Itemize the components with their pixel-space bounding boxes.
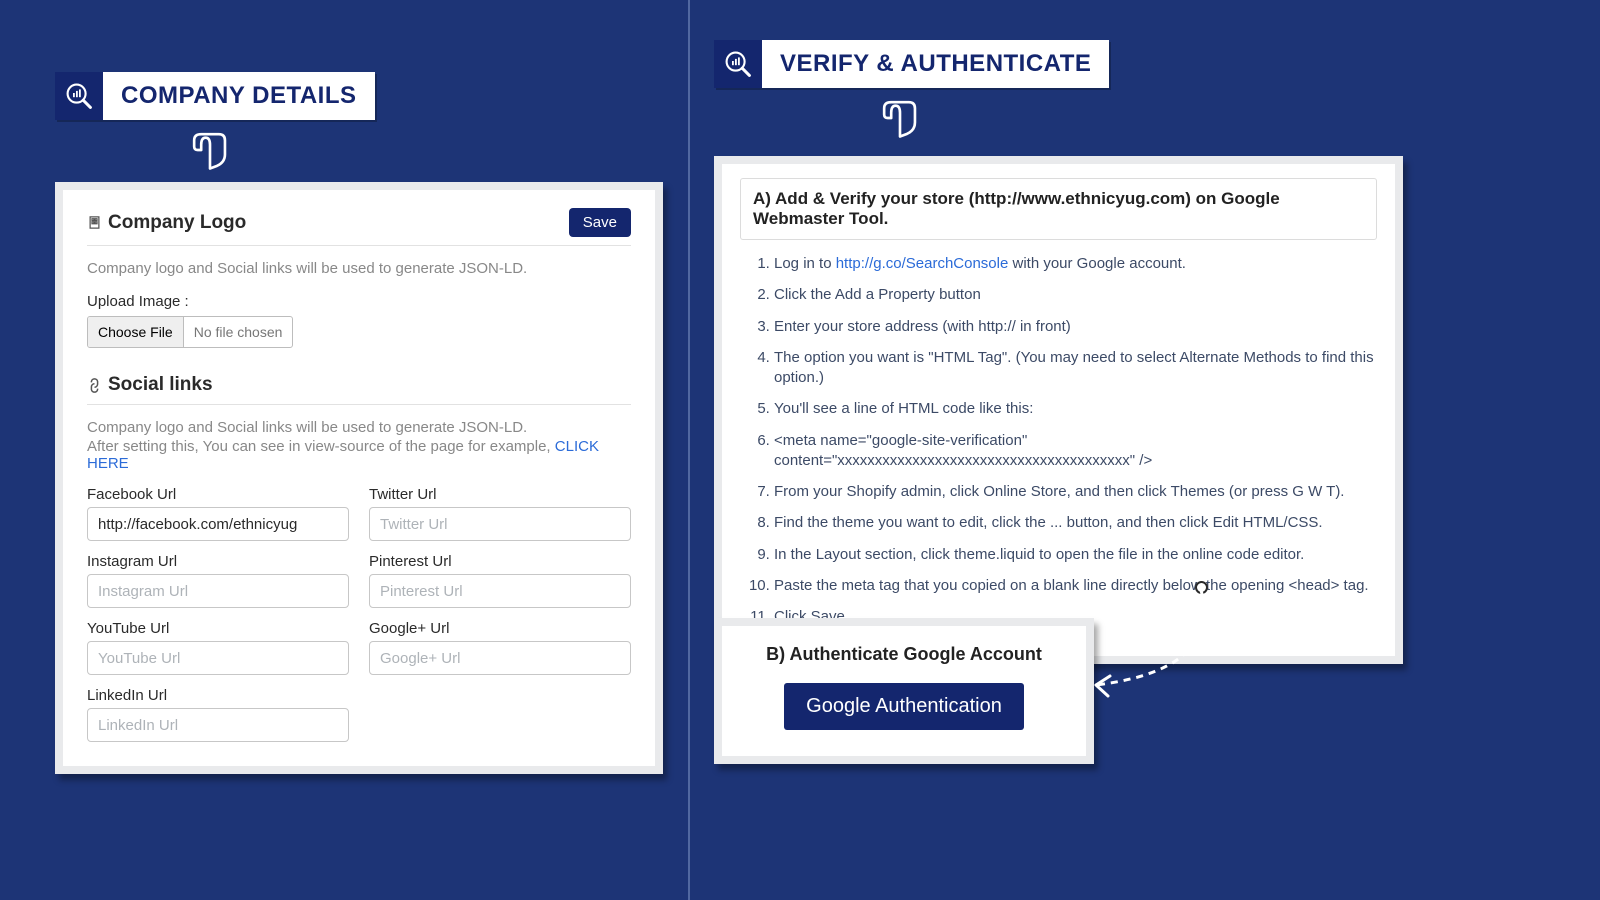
list-item: Log in to http://g.co/SearchConsole with… (774, 254, 1377, 274)
social-description-1: Company logo and Social links will be us… (87, 419, 631, 436)
social-links-title: Social links (108, 374, 213, 396)
pointing-hand-icon (878, 96, 922, 145)
twitter-label: Twitter Url (369, 486, 631, 503)
linkedin-input[interactable] (87, 708, 349, 742)
linkedin-field: LinkedIn Url (87, 687, 349, 742)
verify-steps-list: Log in to http://g.co/SearchConsole with… (740, 254, 1377, 627)
analytics-magnifier-icon (55, 72, 103, 120)
list-item: Paste the meta tag that you copied on a … (774, 576, 1377, 596)
logo-description: Company logo and Social links will be us… (87, 260, 631, 277)
instagram-input[interactable] (87, 574, 349, 608)
company-details-label: COMPANY DETAILS (103, 82, 375, 110)
gplus-input[interactable] (369, 641, 631, 675)
company-details-badge: COMPANY DETAILS (55, 72, 375, 120)
list-item: Find the theme you want to edit, click t… (774, 513, 1377, 533)
pinterest-field: Pinterest Url (369, 553, 631, 608)
facebook-field: Facebook Url (87, 486, 349, 541)
social-links-heading: Social links (87, 374, 631, 396)
save-button[interactable]: Save (569, 208, 631, 237)
pinterest-label: Pinterest Url (369, 553, 631, 570)
authenticate-panel: B) Authenticate Google Account Google Au… (714, 618, 1094, 764)
vertical-divider (688, 0, 690, 900)
list-item: Enter your store address (with http:// i… (774, 317, 1377, 337)
verify-authenticate-label: VERIFY & AUTHENTICATE (762, 50, 1109, 78)
list-item: In the Layout section, click theme.liqui… (774, 545, 1377, 565)
verify-authenticate-badge: VERIFY & AUTHENTICATE (714, 40, 1109, 88)
gplus-field: Google+ Url (369, 620, 631, 675)
twitter-input[interactable] (369, 507, 631, 541)
instagram-field: Instagram Url (87, 553, 349, 608)
youtube-label: YouTube Url (87, 620, 349, 637)
facebook-input[interactable] (87, 507, 349, 541)
file-status-text: No file chosen (184, 324, 293, 340)
link-icon (87, 378, 102, 393)
instagram-label: Instagram Url (87, 553, 349, 570)
pointing-hand-icon (188, 128, 232, 177)
choose-file-button[interactable]: Choose File (88, 317, 184, 347)
gplus-label: Google+ Url (369, 620, 631, 637)
google-authentication-button[interactable]: Google Authentication (784, 683, 1024, 730)
verify-heading: A) Add & Verify your store (http://www.e… (740, 178, 1377, 240)
social-description-2: After setting this, You can see in view-… (87, 438, 631, 472)
twitter-field: Twitter Url (369, 486, 631, 541)
file-input[interactable]: Choose File No file chosen (87, 316, 293, 348)
company-logo-heading: Company Logo (87, 212, 246, 234)
divider-line (87, 245, 631, 246)
pinterest-input[interactable] (369, 574, 631, 608)
youtube-input[interactable] (87, 641, 349, 675)
analytics-magnifier-icon (714, 40, 762, 88)
facebook-label: Facebook Url (87, 486, 349, 503)
linkedin-label: LinkedIn Url (87, 687, 349, 704)
list-item: <meta name="google-site-verification" co… (774, 431, 1377, 472)
upload-image-label: Upload Image : (87, 293, 631, 310)
list-item: You'll see a line of HTML code like this… (774, 399, 1377, 419)
list-item: From your Shopify admin, click Online St… (774, 482, 1377, 502)
connector-dot (1195, 581, 1208, 594)
list-item: Click the Add a Property button (774, 285, 1377, 305)
verify-panel: A) Add & Verify your store (http://www.e… (714, 156, 1403, 664)
authenticate-heading: B) Authenticate Google Account (746, 644, 1062, 665)
divider-line (87, 404, 631, 405)
youtube-field: YouTube Url (87, 620, 349, 675)
company-logo-title: Company Logo (108, 212, 246, 234)
building-icon (87, 215, 102, 230)
list-item: The option you want is "HTML Tag". (You … (774, 348, 1377, 389)
company-details-panel: Company Logo Save Company logo and Socia… (55, 182, 663, 774)
search-console-link[interactable]: http://g.co/SearchConsole (836, 255, 1009, 272)
